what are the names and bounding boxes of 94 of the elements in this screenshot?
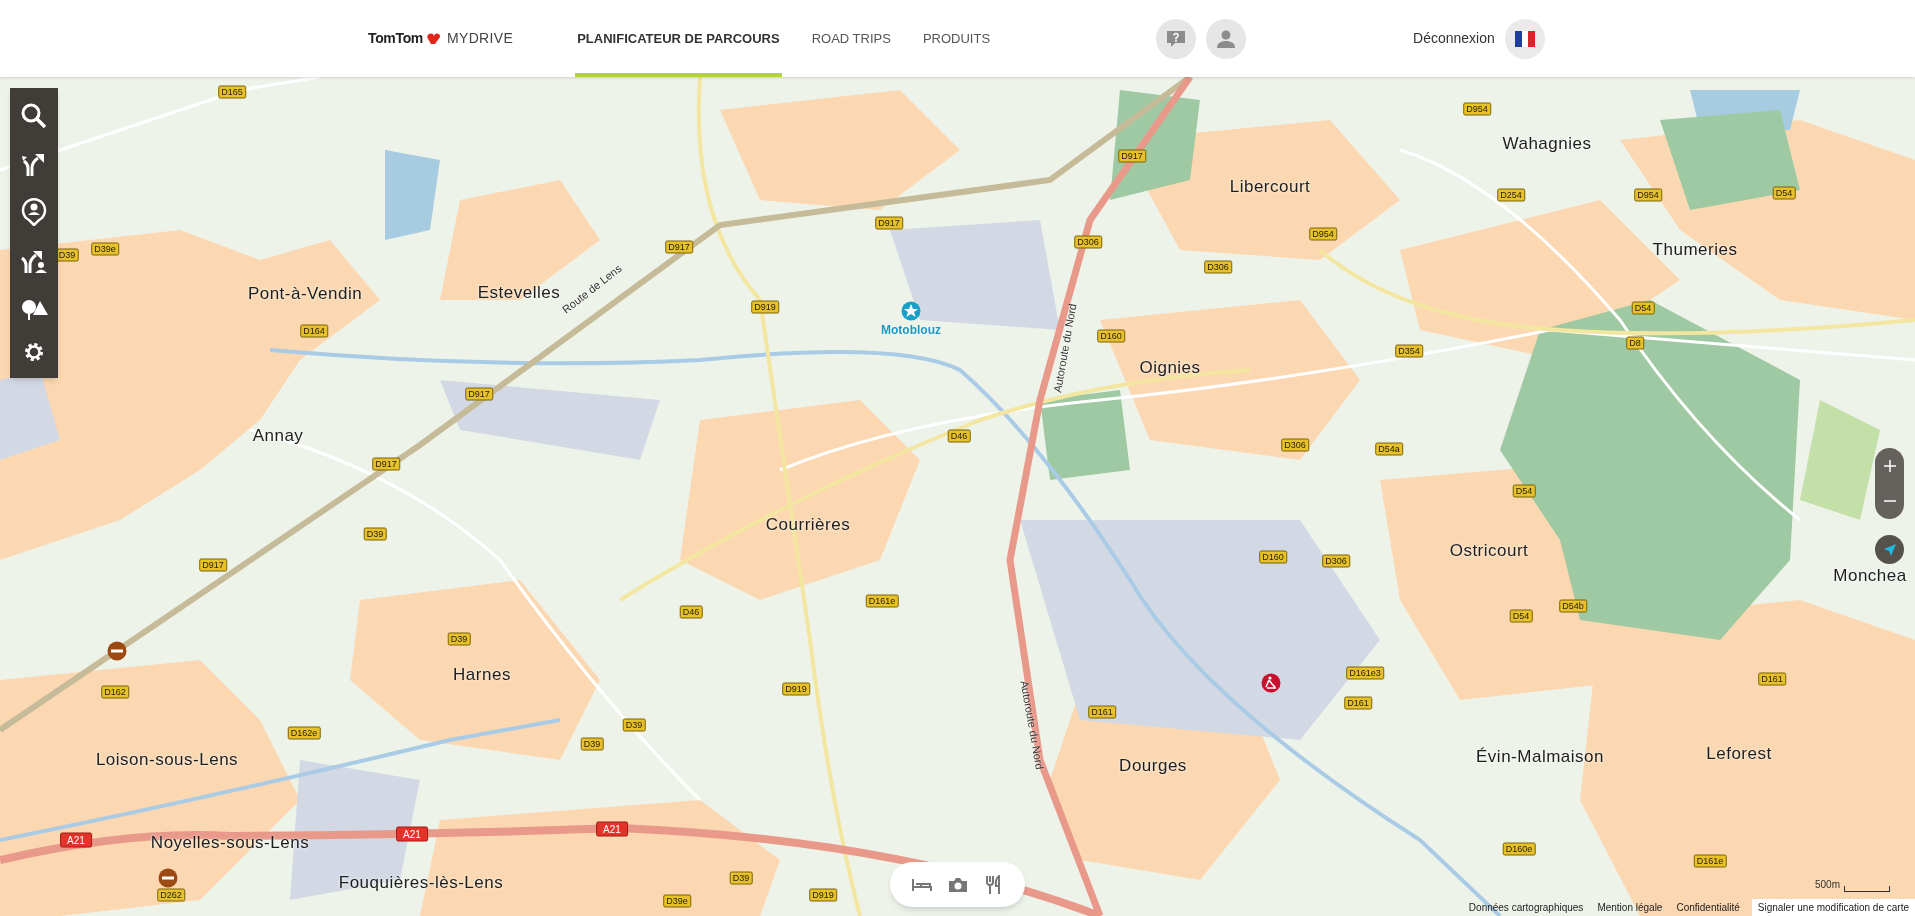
place-label: Dourges — [1119, 755, 1187, 778]
footer-link[interactable]: Données cartographiques — [1466, 899, 1586, 916]
road-number-label: D54 — [1631, 301, 1655, 315]
road-number-label: D161 — [1088, 705, 1116, 719]
person-icon — [1216, 28, 1237, 49]
place-label: Fouquières-lès-Lens — [338, 872, 504, 895]
road-number-label: D39 — [622, 718, 646, 732]
hearts-icon — [426, 32, 443, 45]
road-number-label: D919 — [809, 888, 837, 902]
roadwork-icon[interactable] — [1261, 673, 1281, 693]
road-number-label: A21 — [396, 826, 428, 842]
place-label: Annay — [252, 425, 304, 448]
scale-label: 500m — [1815, 878, 1840, 892]
road-number-label: D160e — [1502, 842, 1536, 856]
road-number-label: D54b — [1559, 599, 1587, 613]
road-number-label: D164 — [300, 324, 328, 338]
place-label: Leforest — [1706, 743, 1772, 766]
navigation-arrow-icon — [1882, 542, 1897, 557]
road-number-label: D917 — [372, 457, 400, 471]
place-label: Monchea — [1833, 565, 1907, 588]
road-number-label: D917 — [665, 240, 693, 254]
road-number-label: D306 — [1204, 260, 1232, 274]
place-label: Loison-sous-Lens — [95, 749, 239, 772]
road-number-label: D46 — [679, 605, 703, 619]
logout-link[interactable]: Déconnexion — [1413, 28, 1495, 49]
road-number-label: D161 — [1758, 672, 1786, 686]
road-number-label: D954 — [1634, 188, 1662, 202]
camera-icon[interactable] — [948, 876, 969, 893]
road-number-label: D162e — [287, 726, 321, 740]
road-number-label: A21 — [60, 832, 92, 848]
place-label: Oignies — [1139, 357, 1201, 380]
road-number-label: D165 — [218, 85, 246, 99]
road-name-label: Autoroute du Nord — [1050, 302, 1080, 394]
place-label: Évin-Malmaison — [1476, 746, 1604, 769]
road-number-label: D161 — [1344, 696, 1372, 710]
road-number-label: D161e — [865, 594, 899, 608]
road-number-label: D354 — [1395, 344, 1423, 358]
road-number-label: D917 — [875, 216, 903, 230]
road-number-label: D917 — [199, 558, 227, 572]
location-pin-icon[interactable] — [20, 196, 48, 227]
road-number-label: D919 — [782, 682, 810, 696]
road-number-label: D919 — [751, 300, 779, 314]
place-label: Harnes — [453, 664, 511, 687]
road-number-label: D39e — [663, 894, 691, 908]
place-label: Courrières — [765, 514, 851, 537]
road-number-label: D54a — [1375, 442, 1403, 456]
road-number-label: D954 — [1309, 227, 1337, 241]
place-label: Wahagnies — [1502, 133, 1592, 156]
footer-link[interactable]: Signaler une modification de carte — [1751, 899, 1915, 916]
road-number-label: D160 — [1259, 550, 1287, 564]
place-label: Noyelles-sous-Lens — [150, 832, 310, 855]
place-label: Pont-à-Vendin — [247, 283, 363, 306]
road-number-label: D54 — [1772, 186, 1796, 200]
place-label: Libercourt — [1229, 176, 1311, 199]
road-number-label: D39 — [447, 632, 471, 646]
road-number-label: D39 — [729, 871, 753, 885]
road-number-label: D160 — [1097, 329, 1125, 343]
road-number-label: D161e3 — [1346, 666, 1384, 680]
road-number-label: D954 — [1463, 102, 1491, 116]
no-entry-icon[interactable] — [158, 868, 178, 888]
road-number-label: D306 — [1322, 554, 1350, 568]
help-icon — [1166, 29, 1187, 48]
place-label: Ostricourt — [1449, 540, 1529, 563]
footer-link[interactable]: Confidentialité — [1674, 899, 1742, 916]
bed-icon[interactable] — [912, 877, 933, 892]
french-flag-icon — [1514, 30, 1535, 47]
road-number-label: D39e — [91, 242, 119, 256]
place-label: Estevelles — [477, 282, 561, 305]
footer-link[interactable]: Mention légale — [1595, 899, 1665, 916]
scale-bar — [1844, 886, 1890, 892]
road-number-label: D54 — [1509, 609, 1533, 623]
place-label: Thumeries — [1652, 239, 1738, 262]
road-number-label: D8 — [1626, 336, 1644, 350]
search-icon[interactable] — [20, 101, 48, 130]
fork-knife-icon[interactable] — [984, 874, 1003, 895]
road-number-label: D254 — [1497, 188, 1525, 202]
road-number-label: D917 — [465, 387, 493, 401]
road-number-label: D162 — [101, 685, 129, 699]
nav-tab[interactable]: ROAD TRIPS — [809, 0, 893, 77]
no-entry-icon[interactable] — [107, 641, 127, 661]
road-number-label: D917 — [1118, 149, 1146, 163]
road-number-label: D54 — [1512, 484, 1536, 498]
road-number-label: D306 — [1281, 438, 1309, 452]
star-pin-icon[interactable] — [901, 301, 921, 321]
road-number-label: D39 — [580, 737, 604, 751]
road-number-label: D39 — [363, 527, 387, 541]
road-number-label: D161e — [1693, 854, 1727, 868]
road-name-label: Autoroute du Nord — [1017, 679, 1047, 771]
tomtom-mydrive-logo[interactable]: TomTom MYDRIVE — [368, 28, 514, 49]
road-number-label: A21 — [596, 821, 628, 837]
nav-tab[interactable]: PRODUITS — [920, 0, 993, 77]
road-number-label: D46 — [947, 429, 971, 443]
road-number-label: D262 — [157, 888, 185, 902]
road-number-label: D306 — [1074, 235, 1102, 249]
